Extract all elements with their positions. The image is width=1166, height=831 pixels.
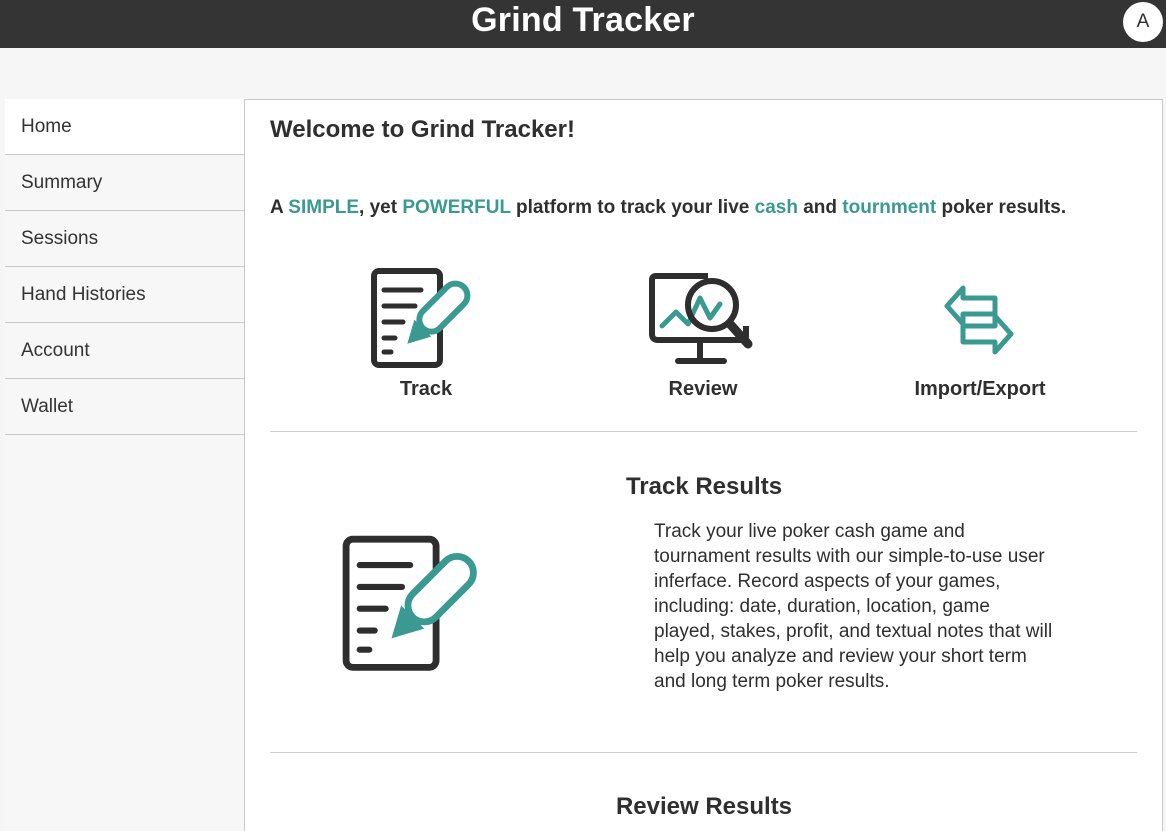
sidebar-item-sessions[interactable]: Sessions xyxy=(5,211,244,267)
tagline-text: , yet xyxy=(359,197,403,218)
sidebar-fill xyxy=(5,435,244,831)
divider xyxy=(270,752,1137,753)
tagline-simple: SIMPLE xyxy=(288,197,360,218)
tagline-text: A xyxy=(270,197,289,218)
feature-review: Review xyxy=(583,268,823,401)
user-avatar-button[interactable]: A xyxy=(1123,2,1163,42)
track-results-description: Track your live poker cash game and tour… xyxy=(654,521,1053,692)
feature-import-export-label: Import/Export xyxy=(914,378,1046,400)
tagline-text: poker results. xyxy=(936,197,1067,218)
sidebar-item-summary[interactable]: Summary xyxy=(5,155,244,211)
divider xyxy=(270,431,1137,432)
feature-track-label: Track xyxy=(399,378,453,400)
tagline-text: and xyxy=(797,197,843,218)
sidebar-item-hand-histories[interactable]: Hand Histories xyxy=(5,267,244,323)
sidebar-item-wallet[interactable]: Wallet xyxy=(5,379,244,435)
tagline-cash: cash xyxy=(754,197,798,218)
top-bar: Grind Tracker A xyxy=(0,0,1166,48)
track-results-title: Track Results xyxy=(625,473,783,500)
page-title: Welcome to Grind Tracker! xyxy=(270,116,575,143)
tagline-powerful: POWERFUL xyxy=(402,197,511,218)
feature-import-export: Import/Export xyxy=(860,268,1100,401)
tagline: A SIMPLE, yet POWERFUL platform to track… xyxy=(270,197,1066,219)
exchange-arrows-icon xyxy=(944,285,1014,355)
sidebar-item-home[interactable]: Home xyxy=(5,99,244,155)
sidebar: Home Summary Sessions Hand Histories Acc… xyxy=(5,99,245,831)
tagline-text: platform to track your live xyxy=(510,197,755,218)
document-pencil-icon xyxy=(342,535,477,671)
document-pencil-icon xyxy=(371,268,471,368)
app-title: Grind Tracker xyxy=(471,1,695,39)
feature-track: Track xyxy=(306,268,546,401)
monitor-magnifier-icon xyxy=(649,273,753,364)
feature-review-label: Review xyxy=(668,378,738,400)
main-content: Welcome to Grind Tracker! A SIMPLE, yet … xyxy=(246,100,1162,831)
review-results-title: Review Results xyxy=(615,793,793,820)
tagline-tournament: tournment xyxy=(842,197,937,218)
sidebar-item-account[interactable]: Account xyxy=(5,323,244,379)
